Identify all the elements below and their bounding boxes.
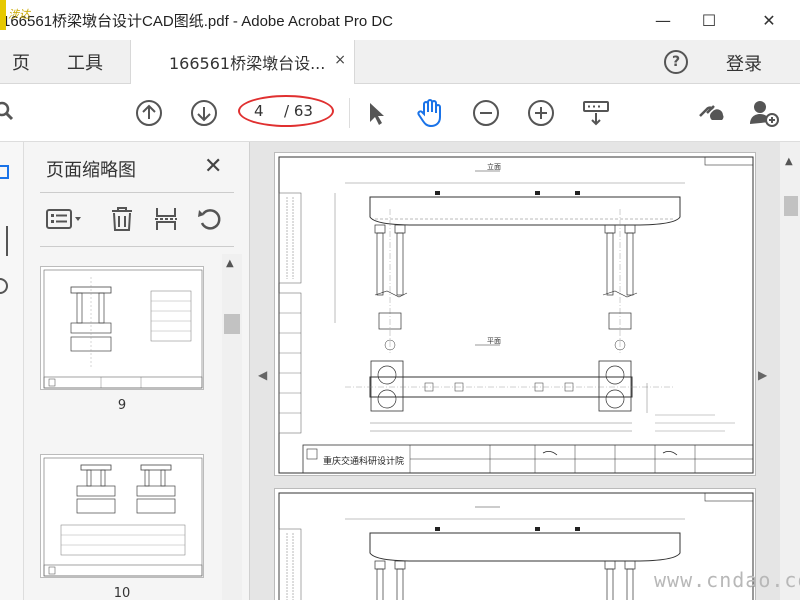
total-pages-label: / 63 — [284, 102, 313, 120]
extract-pages-icon[interactable] — [144, 202, 188, 236]
tab-document[interactable]: 166561桥梁墩台设... × — [130, 40, 355, 84]
share-link-icon[interactable] — [694, 97, 726, 129]
current-page-input[interactable]: 4 — [254, 102, 264, 120]
divider — [40, 192, 234, 193]
pdf-page[interactable]: 立面 平面 重庆交通科研设计院 — [274, 152, 756, 476]
page-down-icon[interactable] — [188, 97, 220, 129]
thumbnail-panel-title: 页面缩略图 — [46, 160, 136, 181]
thumbnail-toolbar — [42, 202, 232, 236]
tab-close-icon[interactable]: × — [334, 52, 346, 68]
thumbnail-panel: 页面缩略图 ✕ 9 10 ▲ — [24, 142, 250, 600]
thumbnail-scrollbar[interactable]: ▲ — [222, 254, 242, 600]
page-up-icon[interactable] — [133, 97, 165, 129]
collapse-right-icon[interactable]: ▶ — [758, 368, 767, 382]
left-nav-strip — [0, 142, 24, 600]
trash-icon[interactable] — [100, 202, 144, 236]
tab-home[interactable]: 页 — [0, 40, 40, 84]
toolbar-divider — [349, 98, 350, 128]
zoom-out-icon[interactable] — [470, 97, 502, 129]
scroll-up-icon[interactable]: ▲ — [785, 156, 793, 167]
window-title: 166561桥梁墩台设计CAD图纸.pdf - Adobe Acrobat Pr… — [2, 13, 393, 30]
tab-bar: 页 工具 166561桥梁墩台设... × ? 登录 — [0, 40, 800, 84]
collapse-left-icon[interactable]: ◀ — [258, 368, 267, 382]
title-bar: 166561桥梁墩台设计CAD图纸.pdf - Adobe Acrobat Pr… — [0, 0, 800, 40]
fit-page-icon[interactable] — [580, 97, 612, 129]
bookmark-icon[interactable] — [0, 162, 10, 182]
minimize-button[interactable]: — — [640, 6, 686, 34]
divider — [40, 246, 234, 247]
thumbnail-label: 9 — [117, 398, 127, 413]
tab-document-label: 166561桥梁墩台设... — [169, 54, 326, 73]
close-button[interactable]: ✕ — [746, 6, 792, 34]
rotate-icon[interactable] — [188, 202, 232, 236]
options-menu-icon[interactable] — [42, 202, 86, 236]
hand-tool-icon[interactable] — [414, 97, 446, 129]
close-icon[interactable]: ✕ — [204, 154, 222, 179]
view-label-elevation: 立面 — [487, 162, 501, 171]
login-button[interactable]: 登录 — [726, 50, 762, 76]
attachment-icon[interactable] — [0, 278, 8, 294]
document-view[interactable]: ◀ 立面 平面 重庆交通科研设计院 ▶ ▲ — [250, 142, 800, 600]
scrollbar-thumb[interactable] — [784, 196, 798, 216]
scrollbar-thumb[interactable] — [224, 314, 240, 334]
title-block-text: 重庆交通科研设计院 — [323, 455, 404, 467]
help-icon[interactable]: ? — [664, 50, 688, 74]
tab-tools[interactable]: 工具 — [40, 40, 130, 84]
watermark: www.cndao.com — [654, 568, 800, 592]
panel-edge-icon[interactable] — [0, 226, 8, 256]
select-arrow-icon[interactable] — [360, 97, 392, 129]
thumbnail-label: 10 — [113, 586, 131, 600]
add-user-icon[interactable] — [748, 97, 780, 129]
maximize-button[interactable]: ☐ — [686, 6, 732, 34]
corner-logo — [0, 0, 6, 30]
toolbar: 4 / 63 — [0, 84, 800, 142]
page-thumbnail-10[interactable] — [40, 454, 204, 578]
page-number-field[interactable]: 4 / 63 — [238, 95, 334, 127]
scroll-up-icon[interactable]: ▲ — [226, 258, 234, 269]
corner-logo-text: 涉达 — [8, 8, 30, 21]
zoom-in-icon[interactable] — [525, 97, 557, 129]
search-icon[interactable] — [0, 97, 22, 129]
document-scrollbar[interactable]: ▲ — [780, 142, 800, 600]
view-label-plan: 平面 — [487, 337, 501, 345]
page-thumbnail-9[interactable] — [40, 266, 204, 390]
